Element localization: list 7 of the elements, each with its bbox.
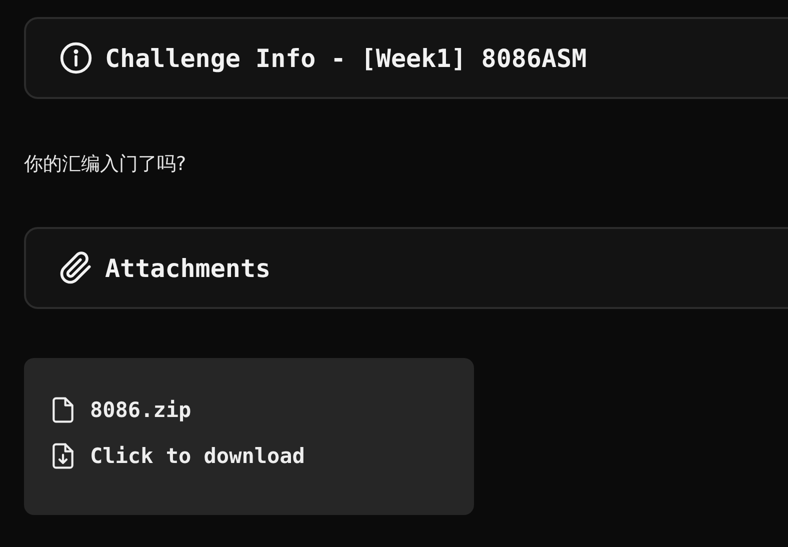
panel-title: Challenge Info - [Week1] 8086ASM xyxy=(105,44,587,72)
info-icon xyxy=(59,41,93,75)
paperclip-icon xyxy=(59,251,93,285)
panel-title: Attachments xyxy=(105,254,271,282)
file-name: 8086.zip xyxy=(90,398,192,422)
challenge-description: 你的汇编入门了吗? xyxy=(24,152,188,177)
download-link[interactable]: Click to download xyxy=(90,444,305,468)
